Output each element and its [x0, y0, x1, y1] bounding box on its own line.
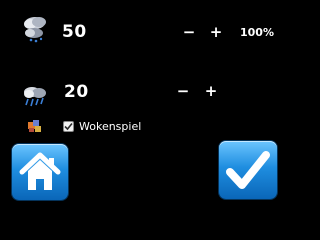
cloud-game-icon: [27, 118, 43, 134]
percent-label: 100%: [240, 26, 274, 39]
confirm-button[interactable]: [219, 141, 277, 199]
home-button[interactable]: [12, 144, 68, 200]
increase-button-row1[interactable]: +: [209, 24, 223, 40]
wokenspiel-checkbox[interactable]: [63, 121, 74, 132]
value-row2: 20: [64, 82, 89, 102]
increase-button-row2[interactable]: +: [204, 83, 218, 99]
value-row1: 50: [62, 22, 87, 42]
home-icon: [19, 152, 61, 190]
checkmark-icon: [226, 151, 270, 189]
decrease-button-row1[interactable]: −: [182, 24, 196, 40]
cloud-drizzle-icon: [20, 14, 50, 44]
wokenspiel-label: Wokenspiel: [79, 120, 142, 133]
decrease-button-row2[interactable]: −: [176, 83, 190, 99]
cloud-rain-icon: [20, 84, 48, 108]
weather-settings-screen: 50 − + 100% 20 − + Wokenspiel: [0, 0, 300, 214]
